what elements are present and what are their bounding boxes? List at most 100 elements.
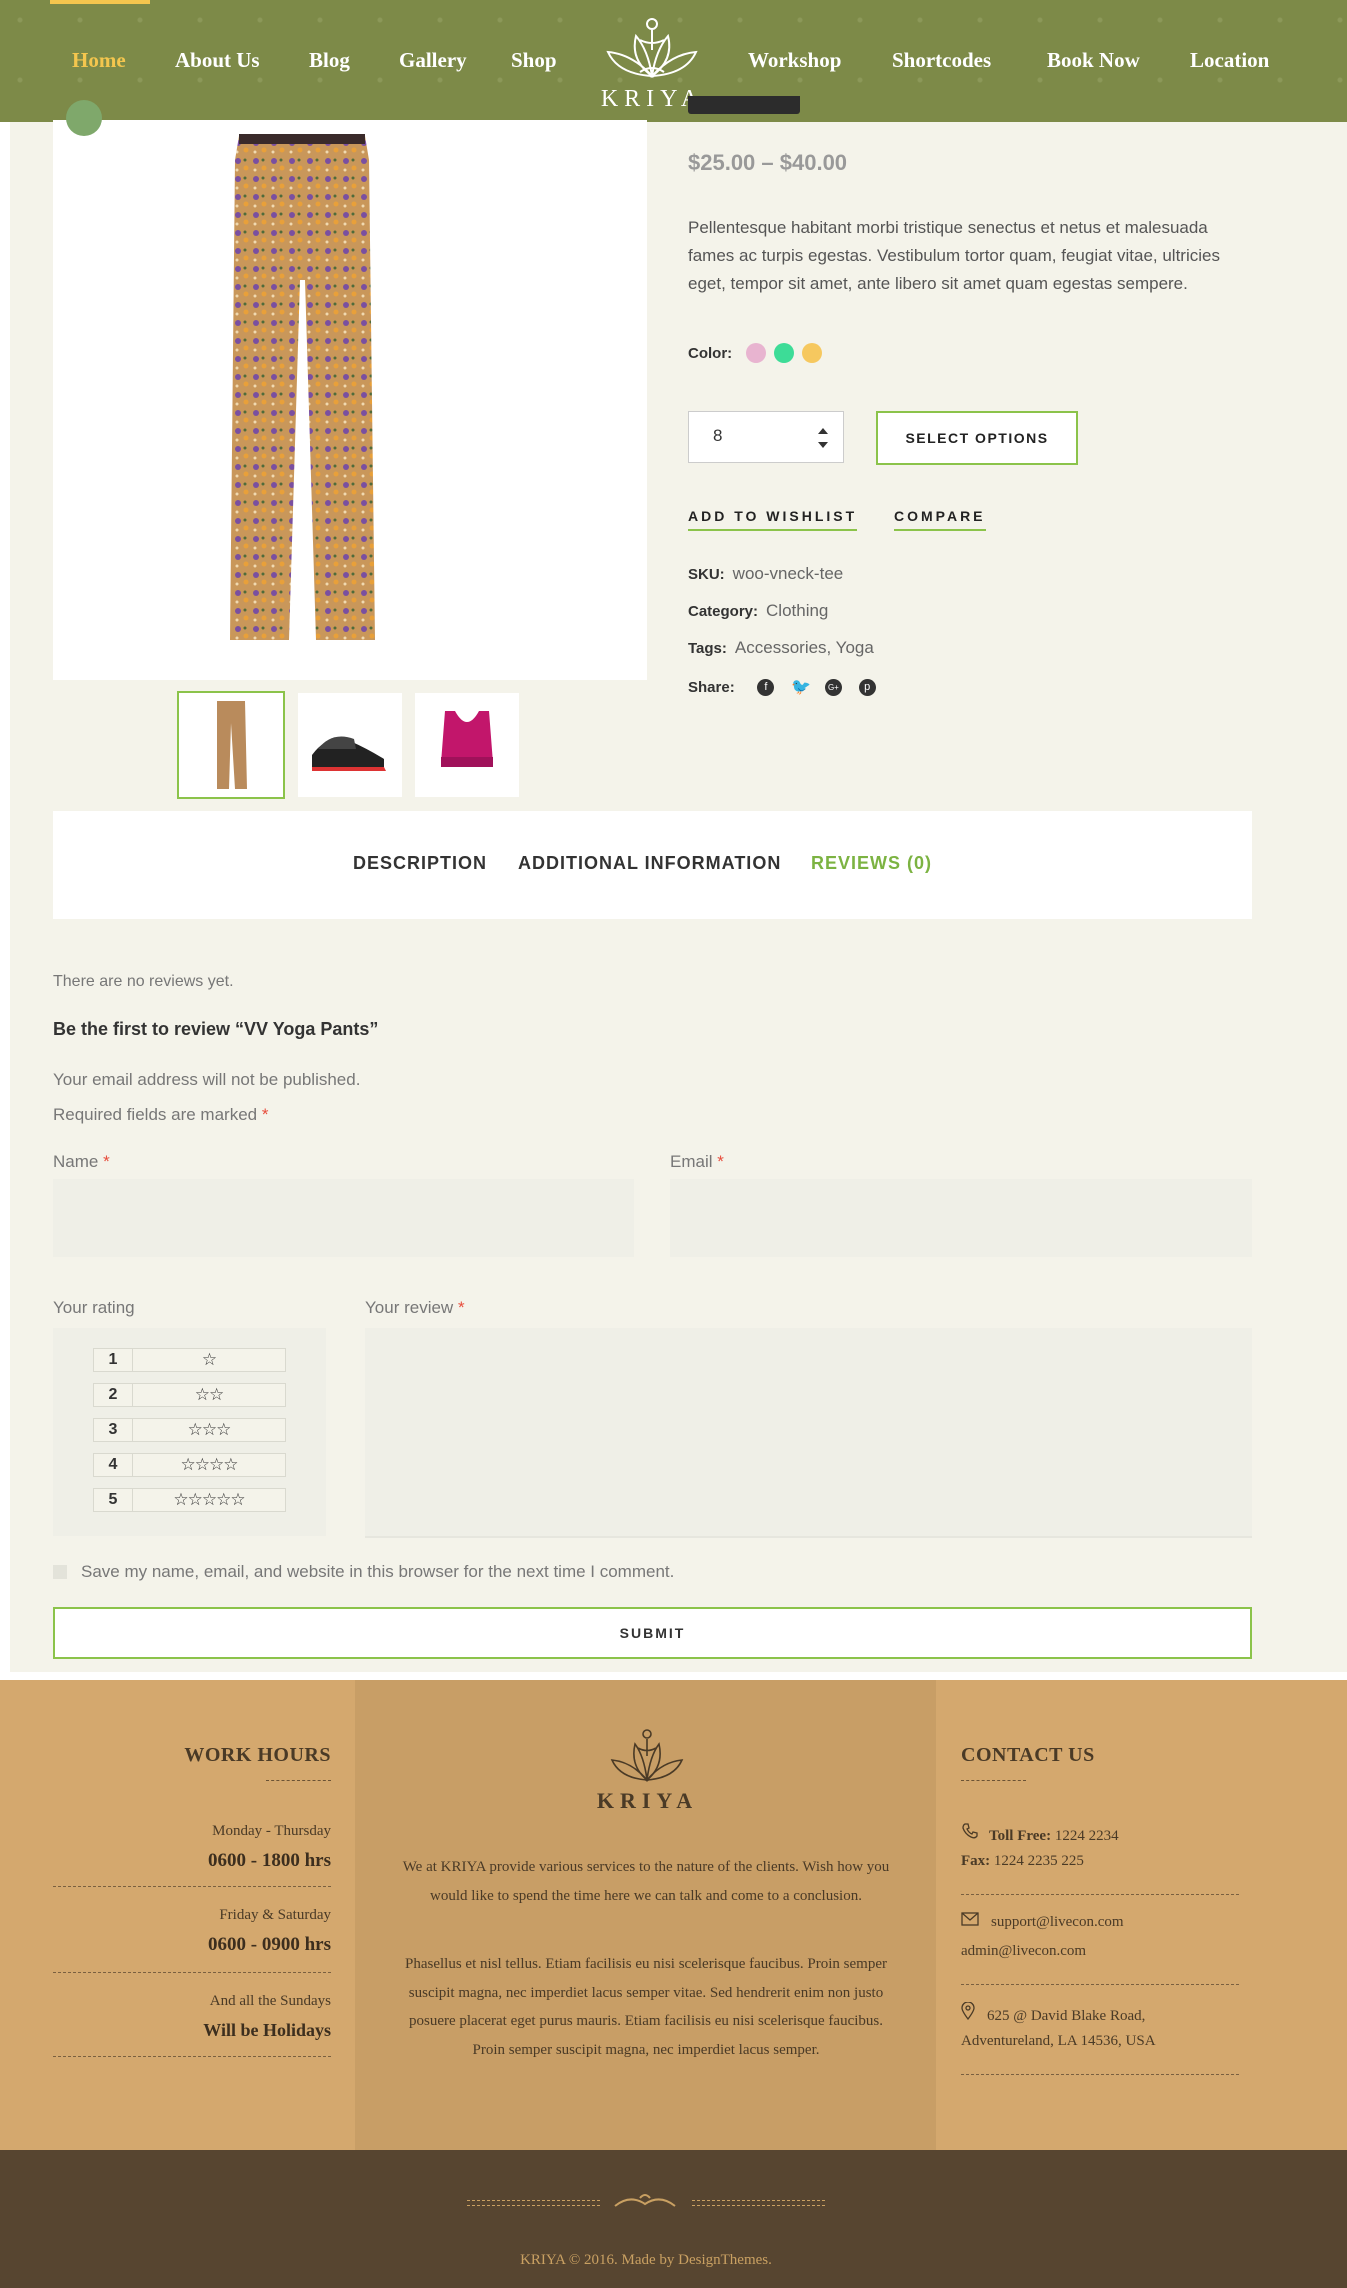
name-label: Name * bbox=[53, 1152, 110, 1172]
fax-label: Fax: bbox=[961, 1853, 991, 1869]
sku-value: woo-vneck-tee bbox=[732, 564, 844, 583]
copyright-text: KRIYA © 2016. Made by DesignThemes. bbox=[520, 2252, 772, 2268]
color-swatch-pink[interactable] bbox=[746, 343, 767, 363]
sports-bra-thumbnail-image bbox=[441, 711, 493, 767]
quantity-stepper[interactable]: 8 bbox=[688, 411, 844, 463]
hours-divider bbox=[53, 2056, 331, 2057]
email-label-text: Email bbox=[670, 1152, 713, 1171]
ornament-flourish-icon bbox=[614, 2194, 676, 2207]
support-email-link[interactable]: support@livecon.com bbox=[991, 1914, 1124, 1930]
review-textarea[interactable] bbox=[365, 1328, 1252, 1538]
hours-divider bbox=[53, 1886, 331, 1887]
ornament-line-right bbox=[692, 2200, 825, 2206]
required-asterisk: * bbox=[261, 1105, 269, 1124]
facebook-icon[interactable]: f bbox=[757, 679, 775, 697]
google-plus-icon[interactable]: G+ bbox=[824, 679, 842, 697]
product-price: $25.00 – $40.00 bbox=[688, 150, 848, 175]
product-category: Category: Clothing bbox=[688, 601, 828, 621]
yoga-pants-image bbox=[230, 134, 375, 640]
rating-option-1[interactable]: 1 ☆ bbox=[93, 1348, 286, 1372]
tab-additional-information[interactable]: ADDITIONAL INFORMATION bbox=[518, 853, 781, 874]
category-label: Category: bbox=[688, 603, 759, 620]
thumbnail-pants[interactable] bbox=[177, 691, 285, 799]
star-icon: ☆☆ bbox=[194, 1385, 224, 1404]
submit-button[interactable]: SUBMIT bbox=[53, 1607, 1252, 1659]
nav-gallery[interactable]: Gallery bbox=[399, 48, 467, 73]
rating-option-4[interactable]: 4 ☆☆☆☆ bbox=[93, 1453, 286, 1477]
star-icon: ☆☆☆☆☆ bbox=[173, 1490, 245, 1509]
ornament-line-left bbox=[467, 2200, 600, 2206]
hours-time-2: 0600 - 0900 hrs bbox=[208, 1934, 331, 1955]
review-form-title: Be the first to review “VV Yoga Pants” bbox=[53, 1019, 379, 1039]
rating-number: 4 bbox=[94, 1454, 133, 1476]
rating-label: Your rating bbox=[53, 1298, 135, 1317]
footer-about-1: We at KRIYA provide various services to … bbox=[402, 1859, 890, 1904]
product-description: Pellentesque habitant morbi tristique se… bbox=[688, 218, 1220, 293]
thumbnail-shoes[interactable] bbox=[298, 693, 402, 797]
nav-location[interactable]: Location bbox=[1190, 48, 1269, 73]
hours-days-2: Friday & Saturday bbox=[219, 1907, 331, 1923]
thumbnail-sports-bra[interactable] bbox=[415, 693, 519, 797]
save-info-checkbox[interactable] bbox=[53, 1565, 67, 1579]
rating-option-2[interactable]: 2 ☆☆ bbox=[93, 1383, 286, 1407]
star-icon: ☆☆☆☆ bbox=[180, 1455, 239, 1474]
add-to-wishlist-link[interactable]: ADD TO WISHLIST bbox=[688, 508, 858, 531]
email-field[interactable] bbox=[670, 1179, 1252, 1257]
toll-free-label: Toll Free: bbox=[989, 1828, 1052, 1844]
phone-icon bbox=[961, 1822, 979, 1845]
tags-links[interactable]: Accessories, Yoga bbox=[735, 638, 874, 657]
review-required-asterisk: * bbox=[457, 1298, 465, 1317]
compare-link[interactable]: COMPARE bbox=[894, 508, 986, 531]
no-reviews-text: There are no reviews yet. bbox=[53, 973, 234, 990]
category-link[interactable]: Clothing bbox=[766, 601, 828, 620]
product-main-image[interactable] bbox=[53, 120, 647, 680]
footer-about-2: Phasellus et nisl tellus. Etiam facilisi… bbox=[405, 1956, 887, 2058]
nav-workshop[interactable]: Workshop bbox=[748, 48, 841, 73]
nav-shop[interactable]: Shop bbox=[511, 48, 557, 73]
star-icon: ☆☆☆ bbox=[187, 1420, 232, 1439]
pinterest-icon[interactable]: p bbox=[858, 679, 876, 697]
review-label-text: Your review bbox=[365, 1298, 454, 1317]
name-field[interactable] bbox=[53, 1179, 634, 1257]
mail-icon bbox=[961, 1912, 979, 1931]
address-line-1: 625 @ David Blake Road, bbox=[987, 2008, 1146, 2024]
nav-book-now[interactable]: Book Now bbox=[1047, 48, 1140, 73]
copyright-bar: KRIYA © 2016. Made by DesignThemes. bbox=[0, 2150, 1347, 2288]
contact-divider bbox=[961, 1984, 1239, 1985]
nav-home[interactable]: Home bbox=[72, 48, 126, 73]
active-nav-indicator bbox=[50, 0, 150, 4]
fax-number: 1224 2235 225 bbox=[993, 1853, 1084, 1869]
tab-reviews[interactable]: REVIEWS (0) bbox=[811, 853, 932, 874]
admin-email-link[interactable]: admin@livecon.com bbox=[961, 1943, 1086, 1959]
toll-free-number: 1224 2234 bbox=[1054, 1828, 1119, 1844]
stepper-arrows-icon[interactable] bbox=[815, 424, 831, 452]
product-share: Share: f 🐦 G+ p bbox=[688, 677, 888, 697]
footer-lotus-icon bbox=[610, 1729, 684, 1782]
twitter-icon[interactable]: 🐦 bbox=[791, 679, 811, 696]
contact-divider bbox=[961, 2074, 1239, 2075]
product-sku: SKU: woo-vneck-tee bbox=[688, 564, 843, 584]
product-title-fragment bbox=[688, 96, 1328, 126]
rating-option-5[interactable]: 5 ☆☆☆☆☆ bbox=[93, 1488, 286, 1512]
rating-option-3[interactable]: 3 ☆☆☆ bbox=[93, 1418, 286, 1442]
email-label: Email * bbox=[670, 1152, 724, 1172]
contact-title-underline bbox=[961, 1780, 1026, 1781]
tags-label: Tags: bbox=[688, 640, 727, 657]
nav-blog[interactable]: Blog bbox=[309, 48, 350, 73]
hours-days-3: And all the Sundays bbox=[209, 1993, 331, 2009]
sale-badge bbox=[66, 100, 102, 136]
rating-selector: 1 ☆ 2 ☆☆ 3 ☆☆☆ 4 ☆☆☆☆ 5 ☆☆☆☆☆ bbox=[53, 1328, 326, 1536]
location-pin-icon bbox=[961, 2001, 975, 2025]
required-notice-text: Required fields are marked bbox=[53, 1105, 258, 1124]
tab-description[interactable]: DESCRIPTION bbox=[353, 853, 487, 874]
select-options-button[interactable]: SELECT OPTIONS bbox=[876, 411, 1078, 465]
product-tags: Tags: Accessories, Yoga bbox=[688, 638, 874, 658]
footer-logo[interactable] bbox=[600, 1724, 695, 1788]
nav-shortcodes[interactable]: Shortcodes bbox=[892, 48, 991, 73]
footer-logo-text: KRIYA bbox=[596, 1788, 699, 1813]
pants-thumbnail-image bbox=[217, 701, 247, 789]
quantity-value[interactable]: 8 bbox=[713, 426, 722, 446]
color-swatch-yellow[interactable] bbox=[802, 343, 823, 363]
color-swatch-green[interactable] bbox=[774, 343, 795, 363]
nav-about-us[interactable]: About Us bbox=[175, 48, 260, 73]
